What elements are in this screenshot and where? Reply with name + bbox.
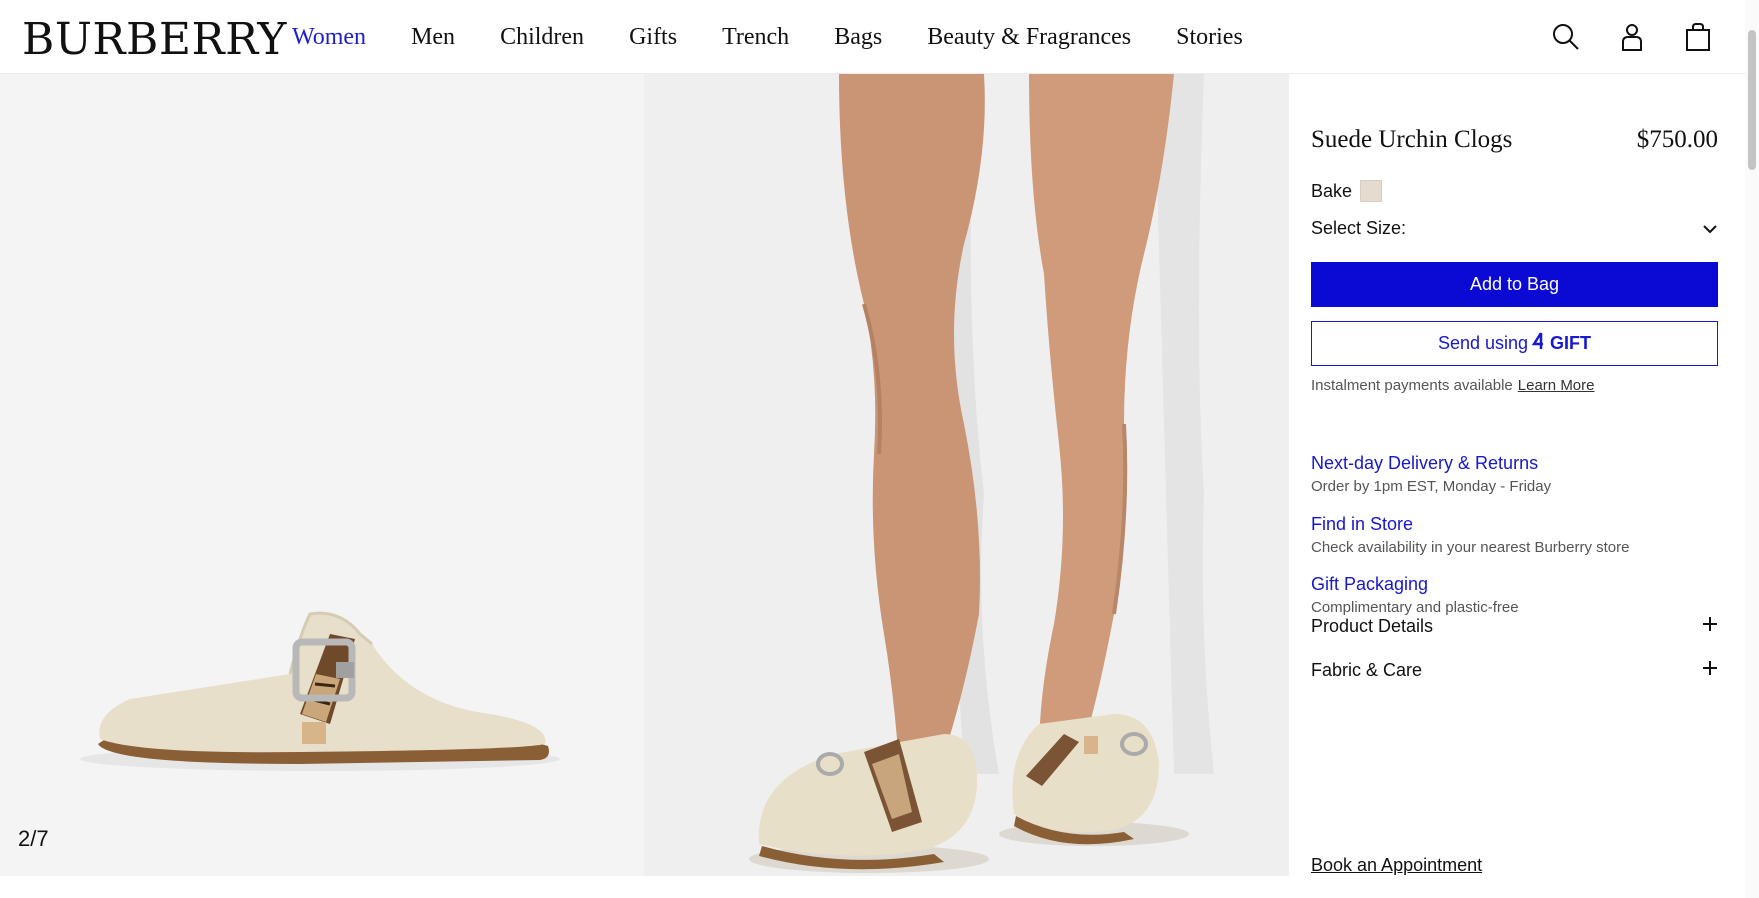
chevron-down-icon [1702,218,1718,239]
accordion-product-details-label: Product Details [1311,615,1434,636]
book-appointment-link[interactable]: Book an Appointment [1311,855,1482,876]
gift-logo-icon [1531,332,1546,355]
gift-brand-label: GIFT [1550,333,1592,353]
service-find-in-store: Find in Store Check availability in your… [1311,514,1629,556]
service-delivery-link[interactable]: Next-day Delivery & Returns [1311,453,1551,474]
product-panel: Suede Urchin Clogs $750.00 Bake Select S… [1311,74,1718,898]
product-gallery: 2/7 [0,74,1289,898]
plus-icon [1702,616,1718,637]
shopping-bag-icon[interactable] [1681,20,1715,54]
accordion-product-details[interactable]: Product Details [1311,611,1718,641]
brand-logo[interactable]: BURBERRY [22,14,287,65]
service-delivery: Next-day Delivery & Returns Order by 1pm… [1311,453,1551,495]
nav-item-gifts[interactable]: Gifts [629,24,677,51]
main-nav: Women Men Children Gifts Trench Bags Bea… [292,0,1288,74]
send-gift-button[interactable]: Send using GIFT [1311,321,1718,366]
send-using-label: Send using [1437,333,1529,353]
account-icon[interactable] [1615,20,1649,54]
nav-item-children[interactable]: Children [500,24,584,51]
instalment-text: Instalment payments available [1311,377,1513,394]
learn-more-link[interactable]: Learn More [1518,377,1595,394]
product-title: Suede Urchin Clogs [1311,126,1513,153]
nav-item-men[interactable]: Men [411,24,455,51]
accordion-fabric-care-label: Fabric & Care [1311,659,1423,680]
size-label: Select Size: [1311,217,1407,238]
service-gift-packaging: Gift Packaging Complimentary and plastic… [1311,574,1519,616]
product-price: $750.00 [1636,126,1718,153]
nav-item-beauty-fragrances[interactable]: Beauty & Fragrances [927,24,1131,51]
service-find-in-store-subtitle: Check availability in your nearest Burbe… [1311,539,1630,556]
instalment-info: Instalment payments available Learn More [1311,377,1595,394]
add-to-bag-button[interactable]: Add to Bag [1311,262,1718,307]
scrollbar-thumb[interactable] [1748,30,1756,170]
image-counter: 2/7 [18,826,49,851]
nav-item-bags[interactable]: Bags [834,24,882,51]
accordion-fabric-care[interactable]: Fabric & Care [1311,655,1718,685]
color-selector: Bake [1311,180,1383,202]
product-image-side-view[interactable]: 2/7 [0,74,644,876]
nav-item-women[interactable]: Women [292,24,366,51]
nav-item-trench[interactable]: Trench [722,24,789,51]
size-select[interactable]: Select Size: [1311,214,1718,242]
service-find-in-store-link[interactable]: Find in Store [1311,514,1629,535]
page-scrollbar[interactable] [1745,0,1759,898]
nav-item-stories[interactable]: Stories [1176,24,1243,51]
color-swatch[interactable] [1360,180,1383,202]
service-gift-packaging-link[interactable]: Gift Packaging [1311,574,1519,595]
product-image-on-model[interactable] [644,74,1289,876]
search-icon[interactable] [1549,20,1583,54]
service-delivery-subtitle: Order by 1pm EST, Monday - Friday [1311,478,1552,495]
header-actions [1549,20,1715,54]
site-header: BURBERRY Women Men Children Gifts Trench… [0,0,1759,74]
color-name: Bake [1311,180,1353,201]
plus-icon [1702,660,1718,681]
